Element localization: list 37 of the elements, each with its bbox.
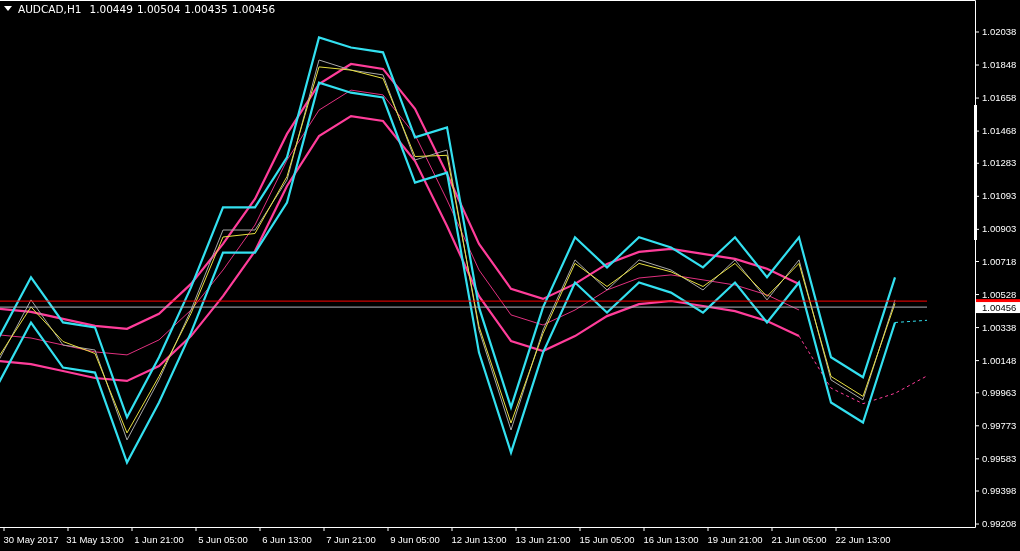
axis-label: 1.01468 — [982, 125, 1017, 137]
axis-label: 1.00718 — [982, 255, 1017, 267]
axis-label: 12 Jun 13:00 — [451, 534, 507, 545]
axis-label: 30 May 2017 — [3, 534, 59, 545]
price-value: 1.00456 — [231, 3, 276, 15]
axis-label: 0.99583 — [982, 452, 1017, 464]
axis-label: 0.99398 — [982, 485, 1017, 496]
axis-label: 6 Jun 13:00 — [262, 534, 312, 545]
axis-label: 1.00528 — [982, 288, 1017, 300]
axis-label: 7 Jun 21:00 — [326, 534, 376, 545]
axis-label: 21 Jun 05:00 — [771, 534, 827, 545]
axis-label: 1.02038 — [982, 26, 1017, 37]
price-value: 1.00435 — [184, 3, 228, 15]
axis-label: 1 Jun 21:00 — [134, 534, 184, 545]
dropdown-icon[interactable] — [4, 6, 12, 12]
axis-label: 15 Jun 05:00 — [579, 534, 635, 545]
price-tag: 1.00456 — [976, 302, 1020, 314]
axis-label: 1.01283 — [982, 157, 1017, 169]
axis-label: 0.99208 — [982, 518, 1017, 530]
axis-label: 5 Jun 05:00 — [198, 534, 248, 545]
axis-label: 1.01093 — [982, 190, 1017, 202]
price-value: 1.00504 — [136, 3, 181, 15]
axis-label: 1.00903 — [982, 223, 1017, 235]
axis-label: 16 Jun 13:00 — [643, 534, 699, 545]
axis-label: 22 Jun 13:00 — [835, 534, 891, 545]
axis-label: 0.99773 — [982, 419, 1017, 431]
axis-label: 1.01658 — [982, 92, 1017, 104]
axis-label: 19 Jun 21:00 — [707, 534, 763, 545]
axis-label: 9 Jun 05:00 — [390, 534, 440, 545]
axis-label: 1.00148 — [982, 354, 1017, 366]
axis-label: 0.99963 — [982, 386, 1017, 398]
axis-label: 1.01848 — [982, 59, 1017, 71]
axis-label: 31 May 13:00 — [66, 534, 124, 545]
axis-label: 13 Jun 21:00 — [515, 534, 571, 545]
price-value: 1.00449 — [89, 3, 133, 15]
axis-label: 1.00338 — [982, 321, 1017, 333]
symbol-label: AUDCAD,H1 — [18, 3, 82, 15]
